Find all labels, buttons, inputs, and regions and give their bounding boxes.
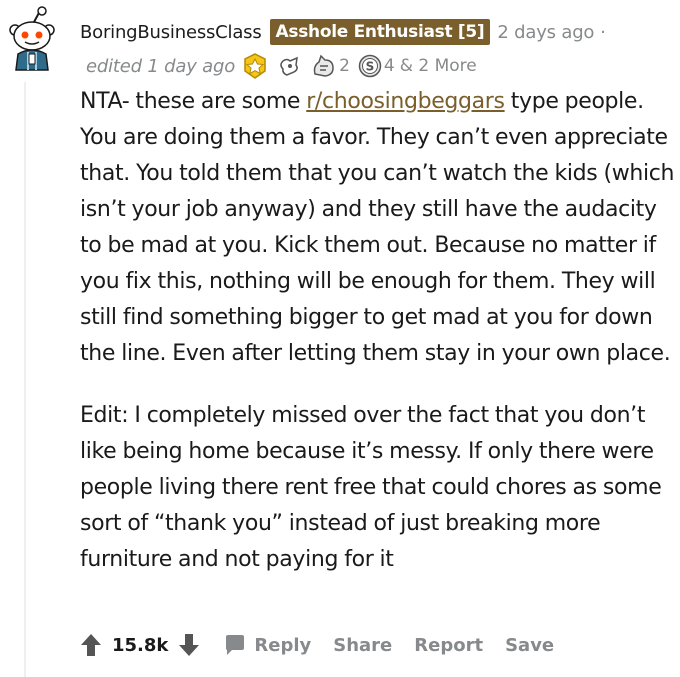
paragraph-1-text-start: NTA- these are some [80,89,307,114]
upvote-button[interactable] [80,633,102,657]
wholesome-award-icon [280,56,298,76]
separator-dot: · [600,21,606,43]
silver-award-count: 4 [383,56,395,76]
share-button[interactable]: Share [333,635,392,656]
save-button[interactable]: Save [505,635,554,656]
username-link[interactable]: BoringBusinessClass [80,22,262,43]
downvote-button[interactable] [178,633,200,657]
subreddit-link[interactable]: r/choosingbeggars [306,89,505,114]
comment-footer: 15.8k Reply Share Report Save [80,628,554,662]
helpful-award-icon [313,54,334,77]
silver-award-icon: S [358,54,382,78]
downvote-arrow-icon [179,634,200,656]
comment-body: NTA- these are some r/choosingbeggars ty… [80,84,676,578]
gold-award[interactable] [243,53,267,79]
paragraph-1-text-end: type people. You are doing them a favor.… [80,89,675,366]
reply-label: Reply [254,634,312,656]
thread-line[interactable] [24,82,26,677]
comment-bubble-icon [226,635,245,655]
svg-text:S: S [366,60,375,74]
gold-award-icon [244,53,266,79]
timestamp-link[interactable]: 2 days ago [497,22,594,43]
comment-paragraph-1: NTA- these are some r/choosingbeggars ty… [80,84,676,372]
reply-button[interactable]: Reply [224,634,311,656]
comment-header: BoringBusinessClass Asshole Enthusiast [… [80,18,606,46]
comment: BoringBusinessClass Asshole Enthusiast [… [0,0,680,677]
edited-label: edited 1 day ago [86,55,236,77]
helpful-award[interactable]: 2 [311,54,350,78]
vote-score: 15.8k [112,634,169,656]
comment-paragraph-2: Edit: I completely missed over the fact … [80,403,662,572]
snoo-avatar-icon [9,6,55,71]
user-flair: Asshole Enthusiast [5] [269,19,491,45]
helpful-award-count: 2 [339,56,350,76]
upvote-arrow-icon [81,634,101,656]
wholesome-award[interactable] [277,55,301,77]
more-awards-link[interactable]: & 2 More [400,56,477,76]
comment-meta: edited 1 day ago 2 S 4 & 2 More [86,52,477,80]
avatar[interactable] [6,6,58,72]
silver-award[interactable]: S 4 [358,54,395,78]
report-button[interactable]: Report [414,635,483,656]
